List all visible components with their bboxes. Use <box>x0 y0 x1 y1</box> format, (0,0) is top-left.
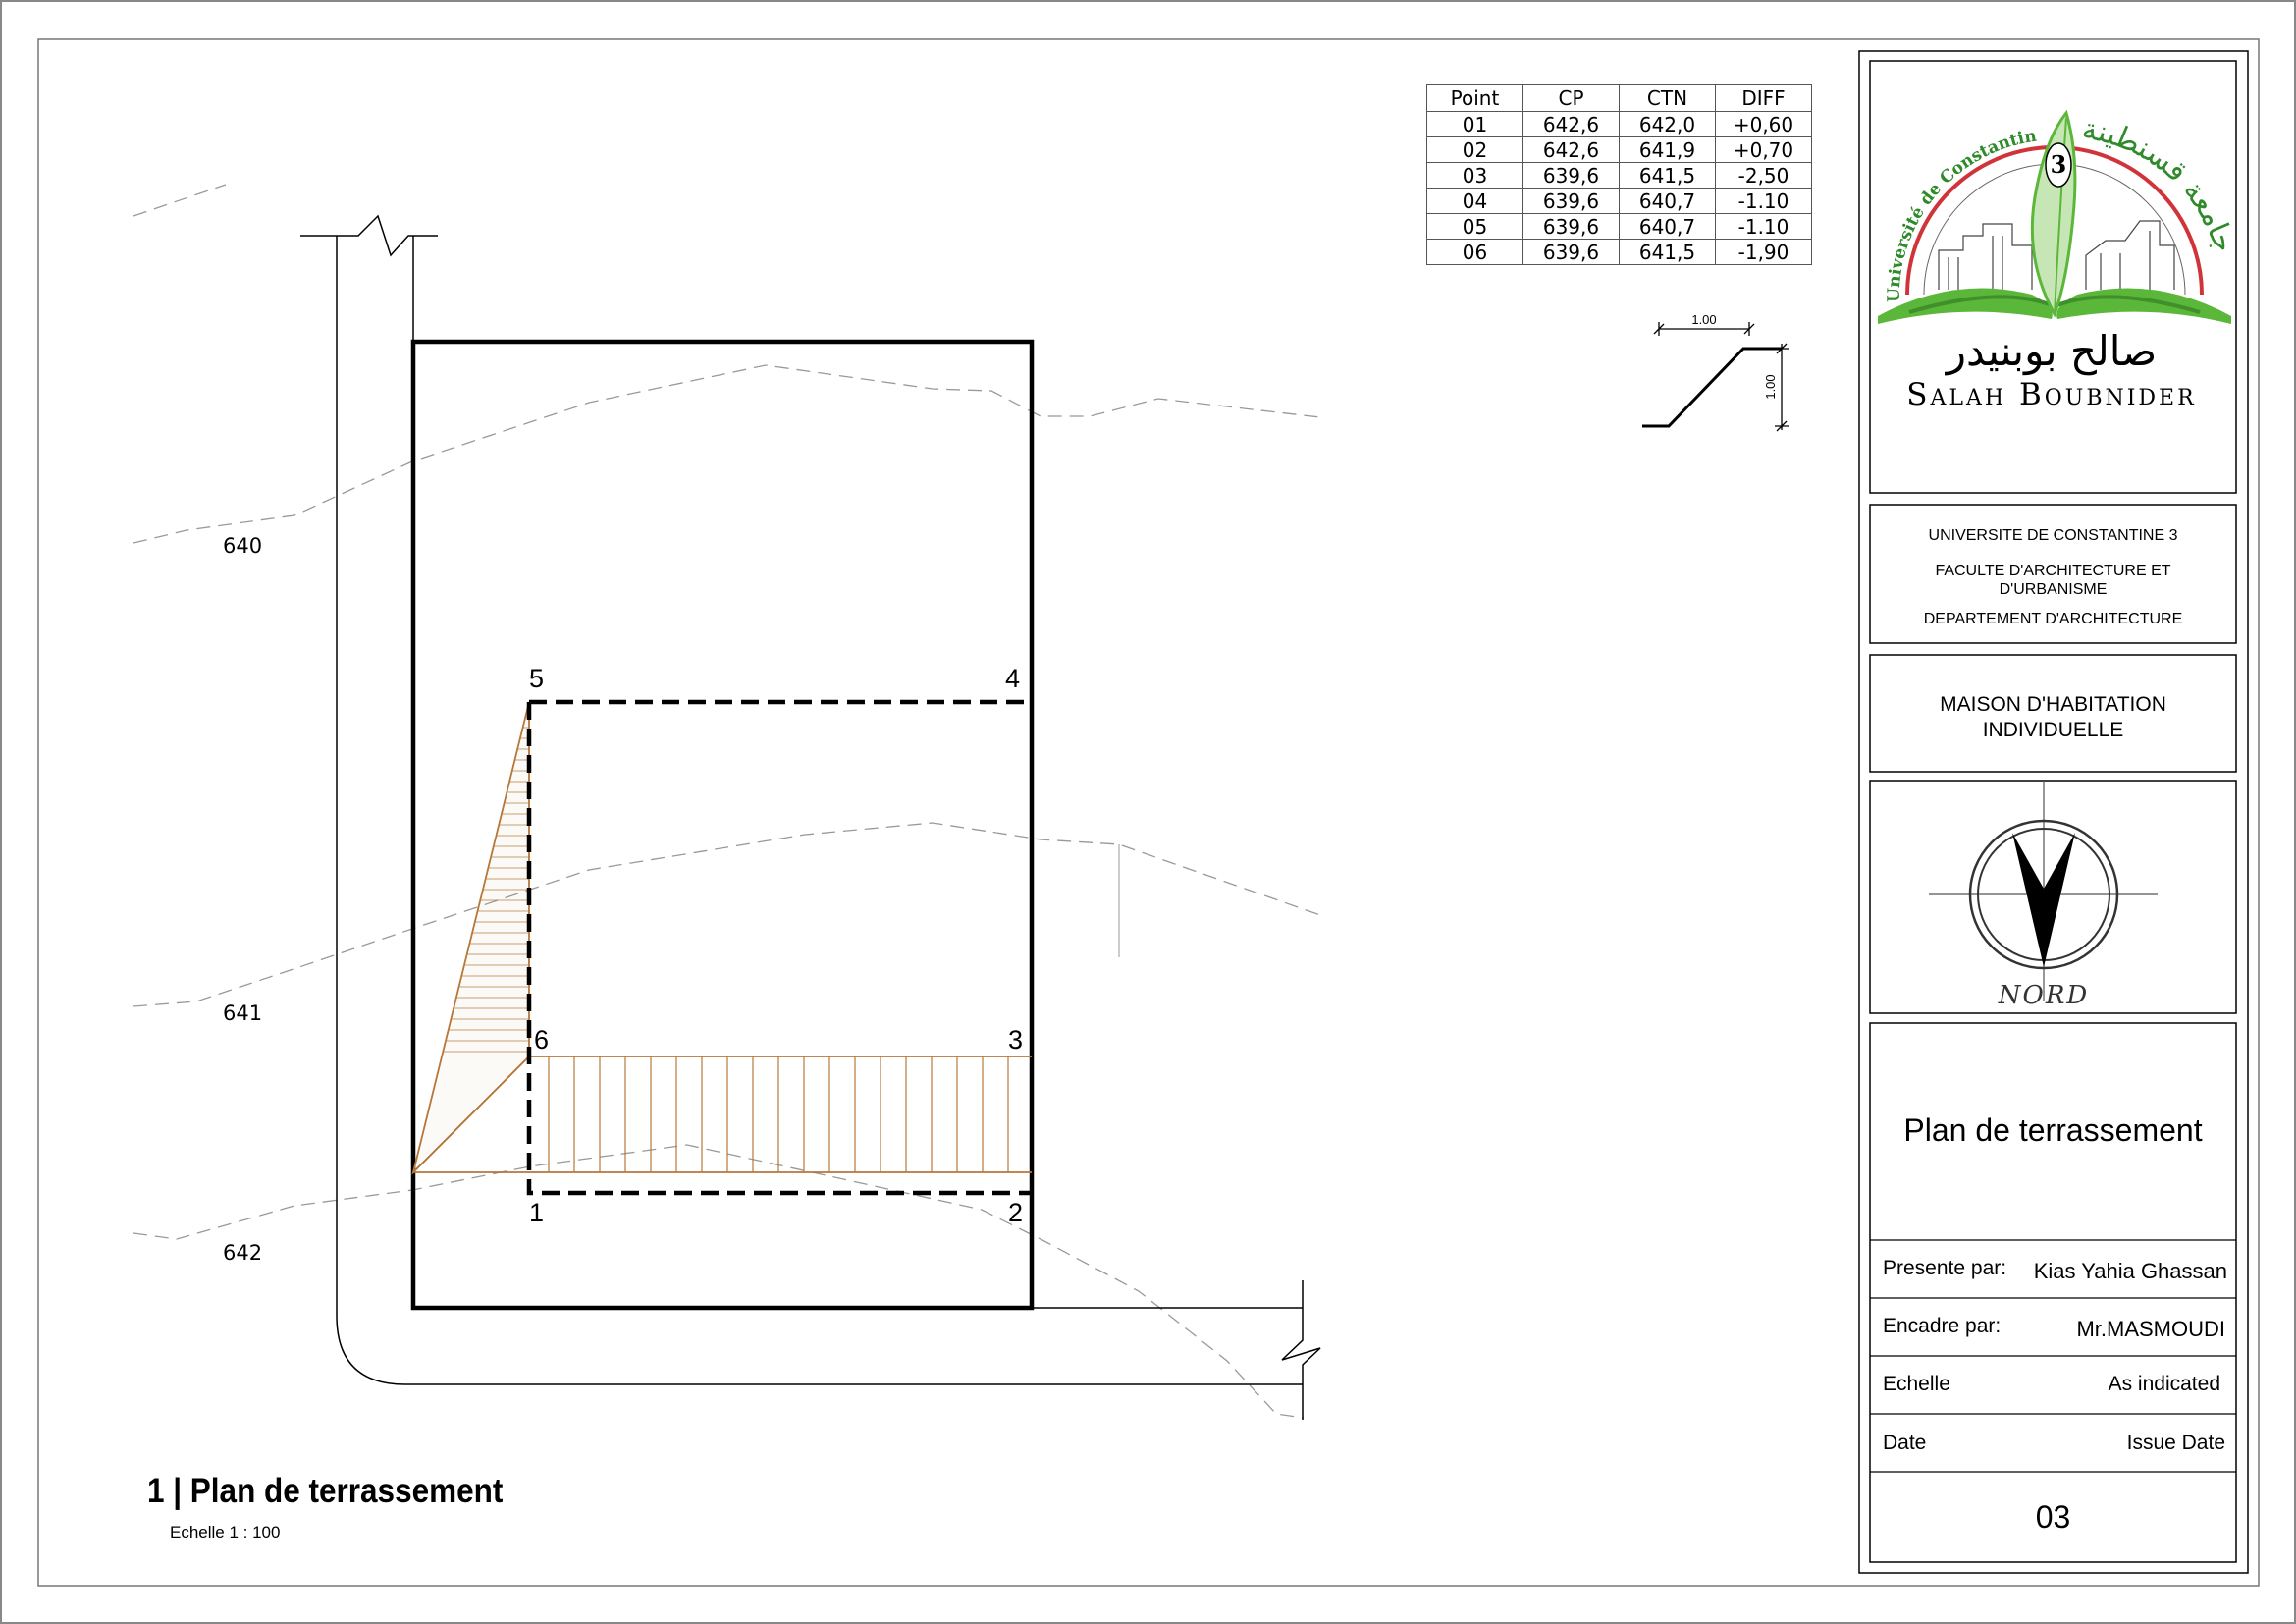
date-value: Issue Date <box>2126 1432 2225 1454</box>
table-cell: 03 <box>1426 162 1523 189</box>
table-cell: 02 <box>1426 136 1523 163</box>
point-labels: 1 2 3 4 5 6 <box>529 664 1023 1227</box>
presented-by-value: Kias Yahia Ghassan <box>2033 1259 2227 1283</box>
supervised-by-value: Mr.MASMOUDI <box>2076 1317 2225 1341</box>
table-cell: 639,6 <box>1522 239 1620 265</box>
quill-feather <box>2030 109 2077 318</box>
logo-number: 3 <box>2051 150 2067 179</box>
table-cell: 639,6 <box>1522 162 1620 189</box>
table-cell: 639,6 <box>1522 188 1620 214</box>
table-header: CTN <box>1619 84 1716 112</box>
table-cell: 640,7 <box>1619 188 1716 214</box>
table-cell: 05 <box>1426 213 1523 240</box>
supervised-by-label: Encadre par: <box>1883 1315 2002 1337</box>
contour-line <box>133 184 227 217</box>
table-cell: -1,90 <box>1715 239 1812 265</box>
project-title-line2: INDIVIDUELLE <box>1982 719 2124 741</box>
north-arrow <box>1929 781 2158 1001</box>
logo-arc-text-ar: جامعة قسنطينة <box>2080 112 2242 256</box>
contour-line-642 <box>133 1144 1305 1419</box>
contour-label-641: 641 <box>223 1001 262 1025</box>
table-header: Point <box>1426 84 1523 112</box>
contour-label-642: 642 <box>223 1241 262 1265</box>
table-cell: 641,9 <box>1619 136 1716 163</box>
sheet-title: Plan de terrassement <box>1903 1112 2203 1148</box>
table-cell: 04 <box>1426 188 1523 214</box>
presented-by-label: Presente par: <box>1883 1257 2007 1279</box>
view-title: 1 | Plan de terrassement <box>147 1473 503 1511</box>
table-cell: 641,5 <box>1619 162 1716 189</box>
table-cell: 01 <box>1426 111 1523 137</box>
project-title-line1: MAISON D'HABITATION <box>1940 693 2166 716</box>
table-cell: -1.10 <box>1715 188 1812 214</box>
table-row: 02 642,6 641,9 +0,70 <box>1426 136 1812 163</box>
logo-name-ar: صالح بوبنيدر <box>1945 327 2157 376</box>
contour-line-641 <box>133 822 1321 1007</box>
break-line-top <box>300 214 438 257</box>
table-cell: 642,0 <box>1619 111 1716 137</box>
logo-name-fr: Salah Boubnider <box>1906 377 2196 412</box>
slope-horizontal-label: 1.00 <box>1691 312 1716 327</box>
sheet-number: 03 <box>2035 1499 2071 1535</box>
table-cell: 639,6 <box>1522 213 1620 240</box>
slope-triangle <box>411 701 530 1175</box>
table-cell: +0,70 <box>1715 136 1812 163</box>
access-road <box>300 214 1321 1420</box>
scale-label: Echelle <box>1883 1373 1950 1395</box>
point-label-5: 5 <box>529 664 544 693</box>
contour-labels: 640 641 642 <box>223 534 262 1265</box>
point-label-1: 1 <box>529 1198 544 1227</box>
point-label-2: 2 <box>1008 1198 1023 1227</box>
book-right-page <box>2056 288 2231 324</box>
university-logo <box>1878 109 2231 324</box>
point-label-6: 6 <box>534 1025 549 1055</box>
terrain-contours <box>133 184 1321 1419</box>
slope-profile <box>1642 347 1782 428</box>
table-cell: 642,6 <box>1522 111 1620 137</box>
slope-vertical-label: 1.00 <box>1763 374 1778 399</box>
contour-label-640: 640 <box>223 534 262 558</box>
faculty-name-line2: D'URBANISME <box>1999 581 2108 598</box>
date-label: Date <box>1883 1432 1927 1454</box>
sheet-info-panel <box>1869 1022 2237 1563</box>
building-footprint <box>526 699 1032 1196</box>
point-label-3: 3 <box>1008 1025 1023 1055</box>
table-header: CP <box>1522 84 1620 112</box>
table-header-row: Point CP CTN DIFF <box>1426 84 1812 112</box>
cut-hatch <box>548 1056 1009 1172</box>
table-row: 01 642,6 642,0 +0,60 <box>1426 111 1812 137</box>
table-row: 05 639,6 640,7 -1.10 <box>1426 213 1812 240</box>
view-scale: Echelle 1 : 100 <box>170 1523 280 1542</box>
table-cell: 640,7 <box>1619 213 1716 240</box>
table-row: 03 639,6 641,5 -2,50 <box>1426 162 1812 189</box>
points-elevation-table: Point CP CTN DIFF 01 642,6 642,0 +0,60 0… <box>1426 84 1812 265</box>
table-row: 04 639,6 640,7 -1.10 <box>1426 188 1812 214</box>
table-cell: 06 <box>1426 239 1523 265</box>
sheet-border <box>0 0 2296 1624</box>
department-name: DEPARTEMENT D'ARCHITECTURE <box>1923 611 2183 627</box>
table-cell: -1.10 <box>1715 213 1812 240</box>
point-label-4: 4 <box>1005 664 1020 693</box>
contour-line-640 <box>133 364 1321 544</box>
table-cell: 641,5 <box>1619 239 1716 265</box>
faculty-name-line1: FACULTE D'ARCHITECTURE ET <box>1935 563 2171 579</box>
scale-value: As indicated <box>2108 1373 2220 1395</box>
table-cell: +0,60 <box>1715 111 1812 137</box>
table-cell: 642,6 <box>1522 136 1620 163</box>
road-edge-outer <box>336 236 1303 1385</box>
institution-name: UNIVERSITE DE CONSTANTINE 3 <box>1928 527 2178 544</box>
drawing-sheet: 1 2 3 4 5 6 640 641 642 1 | Plan de terr… <box>0 0 2296 1624</box>
north-label: NORD <box>1998 981 2090 1010</box>
break-line-right <box>1281 1280 1321 1420</box>
earthwork-zones <box>411 701 1032 1175</box>
table-header: DIFF <box>1715 84 1812 112</box>
table-cell: -2,50 <box>1715 162 1812 189</box>
table-row: 06 639,6 641,5 -1,90 <box>1426 239 1812 265</box>
